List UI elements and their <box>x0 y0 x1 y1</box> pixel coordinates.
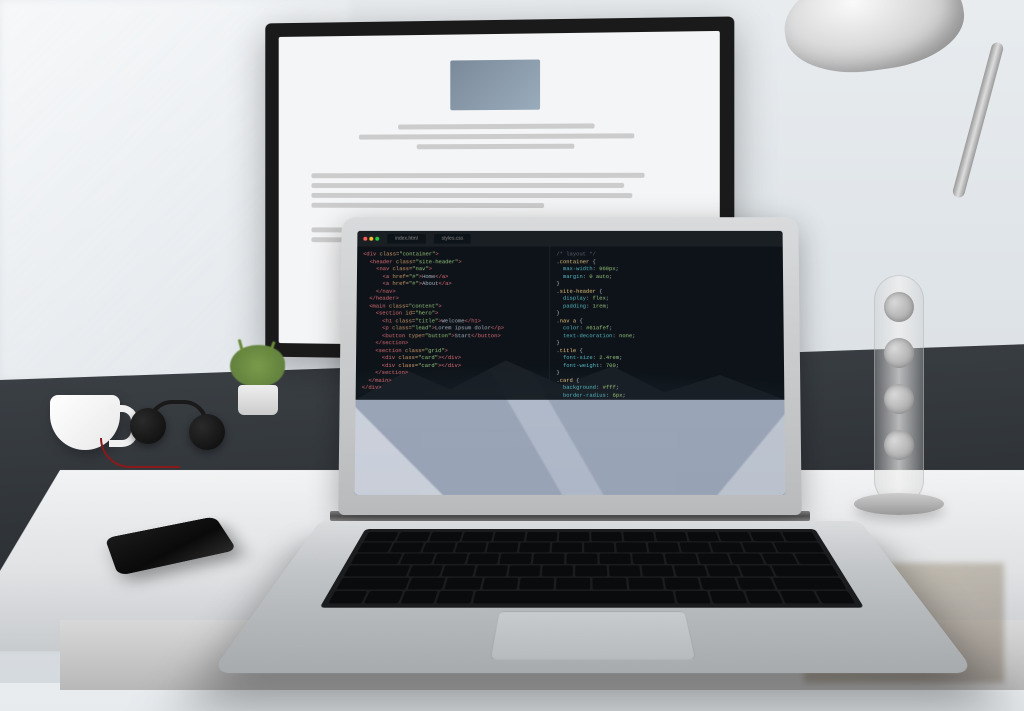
headphones <box>130 408 225 453</box>
editor-tab-right[interactable]: styles.css <box>434 234 471 244</box>
laptop-screen[interactable]: index.html styles.css <div class="contai… <box>355 231 786 495</box>
editor-pane-html[interactable]: <div class="container"> <header class="s… <box>356 247 551 400</box>
transparent-speaker <box>864 255 934 515</box>
editor-titlebar[interactable]: index.html styles.css <box>357 231 782 247</box>
laptop-keyboard[interactable] <box>320 529 865 608</box>
editor-pane-css[interactable]: /* layout */ .container { max-width: 960… <box>550 247 784 400</box>
desk-lamp <box>754 0 1014 150</box>
laptop-macbook: index.html styles.css <div class="contai… <box>320 215 820 711</box>
laptop-trackpad[interactable] <box>489 611 696 660</box>
laptop-base <box>211 521 976 673</box>
editor-tab-left[interactable]: index.html <box>387 234 426 244</box>
potted-plant <box>230 345 285 415</box>
window-zoom-icon[interactable] <box>375 237 379 241</box>
window-close-icon[interactable] <box>363 237 367 241</box>
window-minimize-icon[interactable] <box>369 237 373 241</box>
